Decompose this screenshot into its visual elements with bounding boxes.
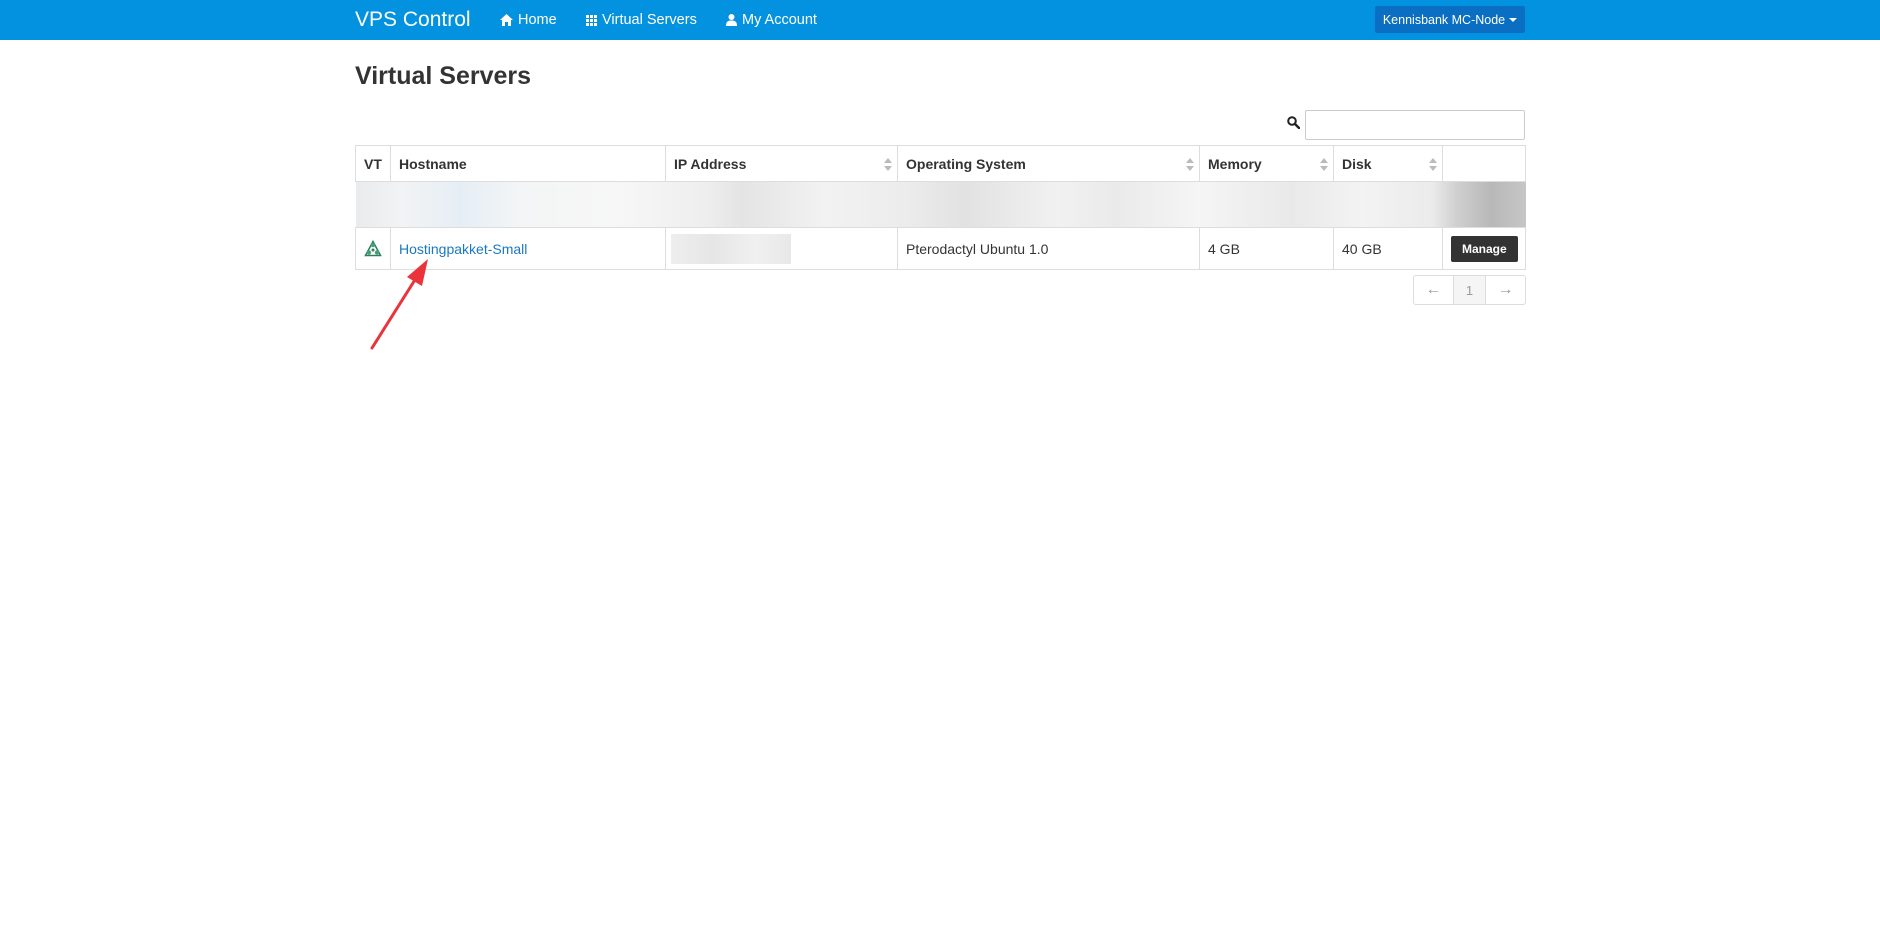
nav-home-label: Home bbox=[518, 12, 557, 28]
table-row: Hostingpakket-Small Pterodactyl Ubuntu 1… bbox=[355, 227, 1526, 270]
column-header-operating-system-label: Operating System bbox=[906, 155, 1026, 172]
nav-virtual-servers[interactable]: Virtual Servers bbox=[586, 0, 697, 40]
ip-address-cell bbox=[665, 227, 898, 270]
column-header-memory-label: Memory bbox=[1208, 155, 1262, 172]
column-header-vt[interactable]: VT bbox=[355, 145, 391, 182]
caret-down-icon bbox=[1509, 17, 1518, 22]
redacted-row bbox=[355, 181, 1526, 228]
manage-button[interactable]: Manage bbox=[1451, 235, 1518, 262]
pagination-page-1[interactable]: 1 bbox=[1454, 276, 1486, 304]
nav-my-account[interactable]: My Account bbox=[726, 0, 817, 40]
memory-cell: 4 GB bbox=[1199, 227, 1334, 270]
home-icon bbox=[500, 14, 513, 26]
user-icon bbox=[726, 14, 737, 26]
operating-system-cell: Pterodactyl Ubuntu 1.0 bbox=[897, 227, 1200, 270]
column-header-ip-address-label: IP Address bbox=[674, 155, 747, 172]
pagination-prev-button[interactable]: ← bbox=[1414, 276, 1454, 304]
ip-address-redacted bbox=[671, 233, 791, 264]
search-input[interactable] bbox=[1305, 110, 1525, 140]
page-title: Virtual Servers bbox=[355, 62, 532, 90]
top-navbar: VPS Control Home Virtual Servers My Acco… bbox=[0, 0, 1880, 40]
annotation-arrow-icon bbox=[370, 259, 428, 350]
actions-cell: Manage bbox=[1442, 227, 1526, 270]
column-header-actions bbox=[1442, 145, 1526, 182]
column-header-memory[interactable]: Memory bbox=[1199, 145, 1334, 182]
disk-cell: 40 GB bbox=[1333, 227, 1443, 270]
pagination: ← 1 → bbox=[1413, 275, 1526, 305]
column-header-operating-system[interactable]: Operating System bbox=[897, 145, 1200, 182]
sort-icon bbox=[1320, 158, 1328, 171]
sort-icon bbox=[1186, 158, 1194, 171]
table-header-row: VT Hostname IP Address Operating System … bbox=[355, 145, 1526, 182]
nav-virtual-servers-label: Virtual Servers bbox=[602, 12, 697, 28]
column-header-hostname[interactable]: Hostname bbox=[390, 145, 666, 182]
column-header-disk[interactable]: Disk bbox=[1333, 145, 1443, 182]
virtual-servers-table: VT Hostname IP Address Operating System … bbox=[355, 145, 1526, 270]
search-icon bbox=[1287, 116, 1301, 130]
column-header-disk-label: Disk bbox=[1342, 155, 1372, 172]
sort-icon bbox=[884, 158, 892, 171]
pagination-next-button[interactable]: → bbox=[1486, 276, 1525, 304]
brand-logo-text[interactable]: VPS Control bbox=[355, 0, 471, 40]
nav-home[interactable]: Home bbox=[500, 0, 557, 40]
node-selector-dropdown[interactable]: Kennisbank MC-Node bbox=[1375, 6, 1525, 33]
node-selector-label: Kennisbank MC-Node bbox=[1382, 12, 1506, 27]
nav-my-account-label: My Account bbox=[742, 12, 817, 28]
column-header-hostname-label: Hostname bbox=[399, 155, 467, 172]
column-header-ip-address[interactable]: IP Address bbox=[665, 145, 898, 182]
grid-icon bbox=[586, 14, 597, 26]
redacted-blur bbox=[355, 181, 1526, 228]
sort-icon bbox=[1429, 158, 1437, 171]
